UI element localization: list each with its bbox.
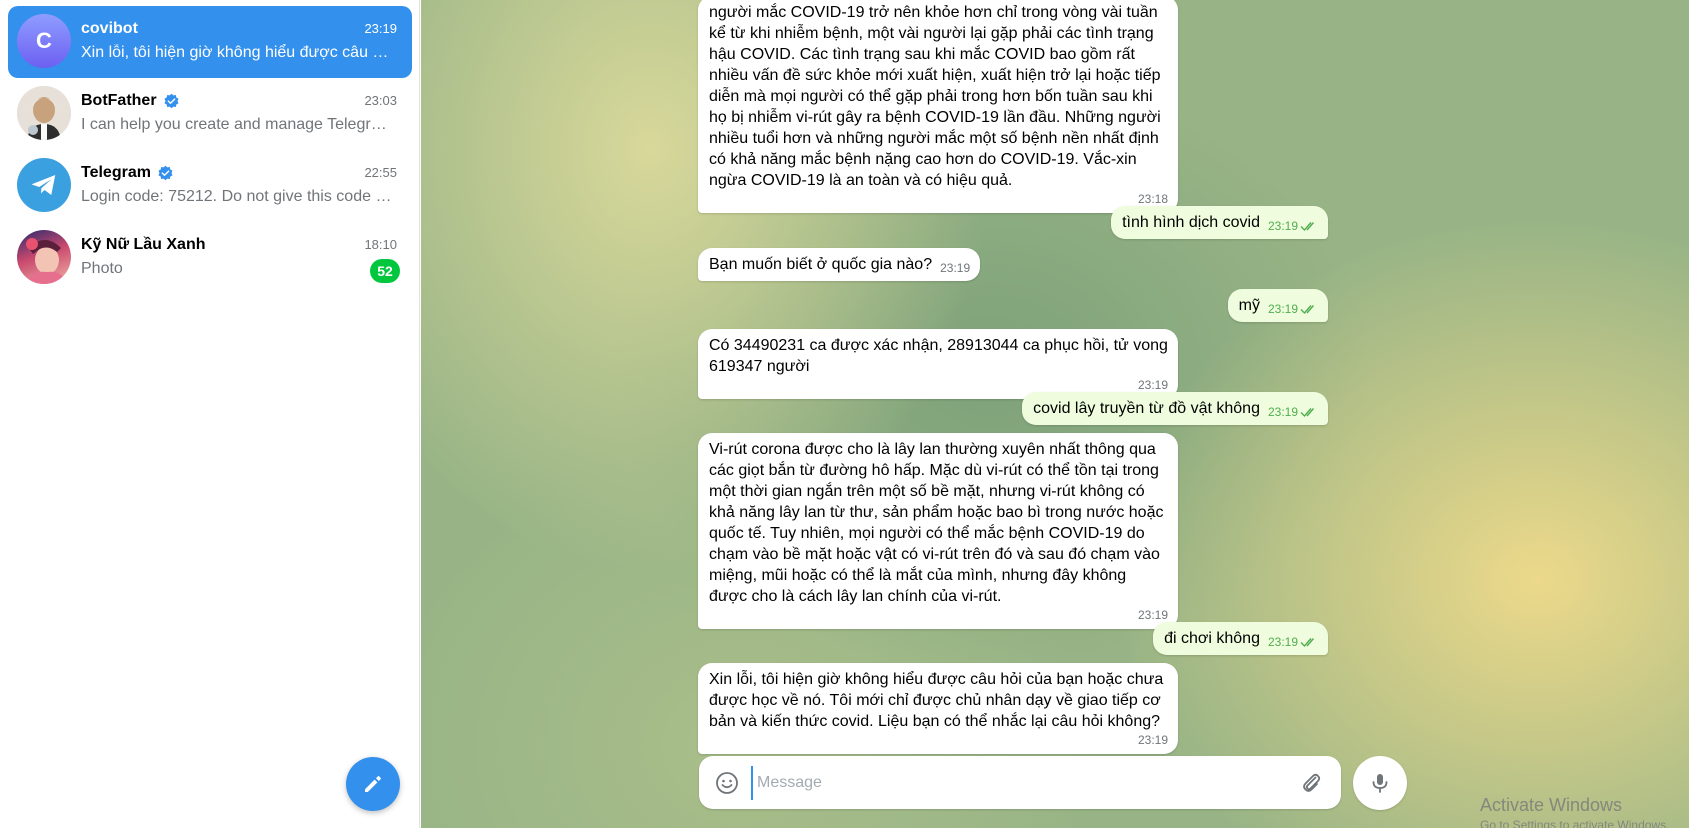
message-meta: 23:19 <box>709 377 1168 393</box>
message-time-text: 23:18 <box>1137 192 1168 206</box>
message-meta: 23:19 <box>1268 301 1318 317</box>
double-check-icon <box>1300 305 1315 315</box>
message-time-text: 23:19 <box>1137 378 1168 392</box>
telegram-logo-icon <box>31 175 56 195</box>
message-text: tình hình dịch covid <box>1122 214 1260 231</box>
message-bubble-incoming[interactable]: Có 34490231 ca được xác nhận, 28913044 c… <box>698 329 1178 399</box>
paperclip-icon[interactable] <box>1299 771 1323 795</box>
message-time-text: 23:19 <box>1267 635 1298 649</box>
message-bubble-incoming[interactable]: người mắc COVID-19 trở nên khỏe hơn chỉ … <box>698 0 1178 213</box>
double-check-icon <box>1300 638 1315 648</box>
activate-windows-subtitle: Go to Settings to activate Windows. <box>1480 818 1670 828</box>
message-text: người mắc COVID-19 trở nên khỏe hơn chỉ … <box>709 4 1161 189</box>
voice-record-button[interactable] <box>1353 756 1407 810</box>
chat-preview: Photo <box>81 260 123 277</box>
compose-button[interactable] <box>346 757 400 811</box>
chat-title: Kỹ Nữ Lầu Xanh <box>81 236 206 254</box>
chat-item-covibot[interactable]: C covibot 23:19 Xin lỗi, tôi hiện giờ kh… <box>8 6 412 78</box>
chat-title: Telegram <box>81 164 174 182</box>
double-check-icon <box>1300 408 1315 418</box>
chat-time: 23:03 <box>364 93 397 108</box>
message-text: đi chơi không <box>1164 630 1260 647</box>
chat-title: covibot <box>81 20 138 38</box>
chat-area: người mắc COVID-19 trở nên khỏe hơn chỉ … <box>421 0 1689 828</box>
avatar <box>17 230 71 284</box>
chat-sidebar: C covibot 23:19 Xin lỗi, tôi hiện giờ kh… <box>0 0 420 828</box>
message-time-text: 23:19 <box>1137 608 1168 622</box>
botfather-avatar-image <box>17 86 71 140</box>
message-bubble-outgoing[interactable]: đi chơi không 23:19 <box>1153 622 1328 655</box>
message-meta: 23:19 <box>940 260 970 276</box>
pencil-icon <box>365 776 381 792</box>
chat-title: BotFather <box>81 92 180 110</box>
chat-time: 23:19 <box>364 21 397 36</box>
chat-preview: Login code: 75212. Do not give this code… <box>81 188 393 205</box>
message-meta: 23:19 <box>709 607 1168 623</box>
avatar <box>17 86 71 140</box>
chat-preview: I can help you create and manage Telegra… <box>81 116 393 133</box>
message-meta: 23:19 <box>1268 634 1318 650</box>
chat-preview: Xin lỗi, tôi hiện giờ không hiểu được câ… <box>81 44 393 61</box>
chat-title-text: covibot <box>81 20 138 37</box>
chat-list: C covibot 23:19 Xin lỗi, tôi hiện giờ kh… <box>8 6 412 294</box>
message-text: Vi-rút corona được cho là lây lan thường… <box>709 441 1164 605</box>
verified-badge-icon <box>158 165 173 180</box>
message-bubble-outgoing[interactable]: covid lây truyền từ đồ vật không 23:19 <box>1022 392 1328 425</box>
message-bubble-incoming[interactable]: Vi-rút corona được cho là lây lan thường… <box>698 433 1178 629</box>
chat-title-text: Kỹ Nữ Lầu Xanh <box>81 236 206 253</box>
chat-time: 18:10 <box>364 237 397 252</box>
message-time-text: 23:19 <box>940 261 971 275</box>
double-check-icon <box>1300 222 1315 232</box>
chat-title-text: BotFather <box>81 92 157 109</box>
message-text: Bạn muốn biết ở quốc gia nào? <box>709 256 933 273</box>
message-bubble-outgoing[interactable]: mỹ 23:19 <box>1227 289 1328 322</box>
chat-item-ky-nu-lau-xanh[interactable]: Kỹ Nữ Lầu Xanh 18:10 Photo 52 <box>8 222 412 294</box>
chat-item-telegram[interactable]: Telegram 22:55 Login code: 75212. Do not… <box>8 150 412 222</box>
message-time: 23:18 <box>709 191 1168 207</box>
microphone-icon <box>1372 774 1388 793</box>
message-meta: 23:19 <box>1268 218 1318 234</box>
message-meta: 23:19 <box>1268 404 1318 420</box>
chat-item-botfather[interactable]: BotFather 23:03 I can help you create an… <box>8 78 412 150</box>
message-bubble-incoming[interactable]: Xin lỗi, tôi hiện giờ không hiểu được câ… <box>698 663 1178 754</box>
chat-time: 22:55 <box>364 165 397 180</box>
girl-avatar-image <box>25 238 67 284</box>
message-text: covid lây truyền từ đồ vật không <box>1033 400 1260 417</box>
message-meta: 23:19 <box>709 732 1168 748</box>
activate-windows-title: Activate Windows <box>1480 795 1623 815</box>
avatar: C <box>17 14 71 68</box>
chat-title-text: Telegram <box>81 164 151 181</box>
message-list: người mắc COVID-19 trở nên khỏe hơn chỉ … <box>421 0 1689 828</box>
unread-badge: 52 <box>370 259 400 283</box>
smile-icon[interactable] <box>715 771 739 795</box>
message-time-text: 23:19 <box>1267 219 1298 233</box>
message-text: mỹ <box>1238 297 1260 314</box>
avatar-letter: C <box>36 28 52 53</box>
avatar <box>17 158 71 212</box>
message-input[interactable] <box>751 766 1279 800</box>
message-time-text: 23:19 <box>1267 302 1298 316</box>
message-time-text: 23:19 <box>1267 405 1298 419</box>
message-time-text: 23:19 <box>1137 733 1168 747</box>
verified-badge-icon <box>164 93 179 108</box>
message-bubble-incoming[interactable]: Bạn muốn biết ở quốc gia nào? 23:19 <box>698 248 981 281</box>
message-bubble-outgoing[interactable]: tình hình dịch covid 23:19 <box>1111 206 1328 239</box>
message-composer <box>699 756 1341 809</box>
message-text: Có 34490231 ca được xác nhận, 28913044 c… <box>709 337 1168 375</box>
message-text: Xin lỗi, tôi hiện giờ không hiểu được câ… <box>709 671 1164 730</box>
